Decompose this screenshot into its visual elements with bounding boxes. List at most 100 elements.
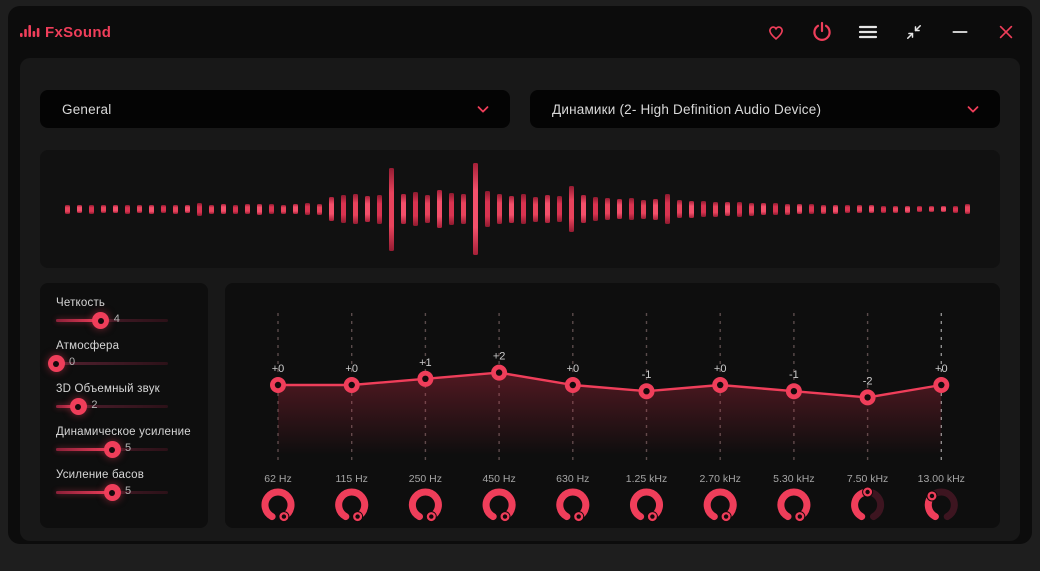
slider-thumb[interactable]	[92, 312, 110, 329]
eq-freq-label: 5.30 kHz	[773, 473, 814, 485]
visualizer-bar	[365, 196, 370, 222]
power-button[interactable]	[810, 20, 834, 44]
visualizer-bar	[485, 191, 490, 227]
visualizer-bar	[233, 204, 238, 214]
visualizer-bar	[149, 204, 154, 214]
slider-label: Атмосфера	[56, 340, 120, 352]
visualizer-bar	[281, 204, 286, 214]
eq-freq-label: 450 Hz	[482, 473, 515, 485]
spectrum-visualizer	[40, 150, 1000, 268]
visualizer-bar	[533, 196, 538, 222]
visualizer-bar	[209, 204, 214, 214]
eq-band-knob[interactable]	[851, 486, 885, 521]
visualizer-bar	[821, 204, 826, 214]
eq-freq-label: 630 Hz	[556, 473, 589, 485]
hamburger-menu-icon	[858, 25, 878, 39]
slider-track[interactable]: 4	[56, 312, 168, 329]
equalizer-graph: +0 +0 +1 +2 +0 -1 +0 -1 -2 +0 62 Hz 115 Hz 250 Hz 450…	[261, 313, 965, 523]
visualizer-bar	[725, 202, 730, 216]
close-button[interactable]	[994, 20, 1018, 44]
eq-node[interactable]	[785, 383, 802, 400]
visualizer-bar	[137, 205, 142, 213]
equalizer-panel: +0 +0 +1 +2 +0 -1 +0 -1 -2 +0 62 Hz 115 Hz 250 Hz 450…	[225, 283, 1000, 528]
eq-band-knob[interactable]	[777, 488, 811, 523]
eq-gain-label: +2	[493, 351, 506, 363]
visualizer-bar	[341, 195, 346, 223]
eq-freq-label: 13.00 kHz	[918, 473, 965, 485]
fxsound-window: FxSound General Динамики (2- High Defini…	[8, 6, 1032, 544]
eq-band-knob[interactable]	[335, 488, 369, 523]
visualizer-bar	[893, 205, 898, 213]
visualizer-bar	[221, 204, 226, 214]
slider-track[interactable]: 0	[47, 355, 168, 372]
visualizer-bar	[389, 167, 394, 251]
slider-track[interactable]: 5	[56, 441, 168, 458]
logo-bars-icon	[20, 25, 40, 37]
slider-thumb[interactable]	[69, 398, 87, 415]
eq-band-knob[interactable]	[630, 488, 663, 523]
slider-value: 5	[125, 485, 132, 497]
eq-node[interactable]	[859, 389, 876, 406]
favorite-button[interactable]	[764, 20, 788, 44]
eq-gain-label: +1	[419, 357, 432, 369]
slider-track[interactable]: 5	[56, 484, 168, 501]
eq-gain-label: -1	[642, 369, 652, 381]
eq-band-knob[interactable]	[924, 488, 958, 521]
eq-band-knob[interactable]	[703, 488, 737, 523]
effect-slider-row: Усиление басов 5	[56, 469, 208, 512]
visualizer-bar	[293, 204, 298, 214]
visualizer-bar	[569, 186, 574, 232]
slider-thumb[interactable]	[103, 441, 121, 458]
visualizer-bar	[737, 201, 742, 217]
visualizer-bar	[521, 194, 526, 224]
eq-band-knob[interactable]	[261, 488, 295, 523]
visualizer-bar	[377, 194, 382, 224]
visualizer-bar	[941, 206, 946, 212]
eq-node[interactable]	[933, 377, 950, 393]
eq-node[interactable]	[712, 377, 729, 393]
eq-node[interactable]	[417, 370, 434, 387]
eq-gain-label: -1	[789, 369, 799, 381]
eq-band-knob[interactable]	[556, 488, 590, 523]
visualizer-bar	[953, 205, 958, 213]
minimize-icon	[952, 31, 968, 33]
menu-button[interactable]	[856, 20, 880, 44]
visualizer-bar	[449, 193, 454, 225]
app-title: FxSound	[45, 23, 112, 41]
minimize-button[interactable]	[948, 20, 972, 44]
content-card: General Динамики (2- High Definition Aud…	[20, 58, 1020, 541]
visualizer-bar	[761, 203, 766, 215]
visualizer-bar	[605, 198, 610, 220]
eq-node[interactable]	[270, 377, 286, 393]
visualizer-bar	[317, 203, 322, 215]
visualizer-bar	[677, 200, 682, 218]
eq-node[interactable]	[491, 364, 508, 381]
eq-freq-label: 7.50 kHz	[847, 473, 888, 485]
eq-node[interactable]	[564, 377, 581, 393]
compact-mode-button[interactable]	[902, 20, 926, 44]
eq-node[interactable]	[343, 377, 360, 393]
visualizer-bar	[965, 204, 970, 214]
eq-band-knob[interactable]	[482, 488, 516, 523]
preset-dropdown[interactable]: General	[40, 90, 510, 128]
eq-freq-label: 115 Hz	[335, 473, 368, 485]
visualizer-bar	[113, 205, 118, 213]
device-dropdown[interactable]: Динамики (2- High Definition Audio Devic…	[530, 90, 1000, 128]
visualizer-bar	[353, 194, 358, 224]
eq-node[interactable]	[638, 383, 655, 400]
visualizer-bar	[641, 199, 646, 219]
visualizer-bar	[869, 205, 874, 213]
eq-gain-label: +0	[714, 363, 727, 375]
slider-track[interactable]: 2	[56, 398, 168, 415]
slider-value: 4	[113, 313, 120, 325]
visualizer-bar	[701, 201, 706, 217]
visualizer-bar	[665, 194, 670, 224]
eq-band-knob[interactable]	[408, 488, 442, 523]
eq-gain-label: +0	[345, 363, 358, 375]
slider-thumb[interactable]	[103, 484, 121, 501]
visualizer-bar	[197, 202, 202, 216]
visualizer-bar	[809, 204, 814, 214]
visualizer-bar	[413, 192, 418, 226]
heart-icon	[769, 26, 783, 40]
slider-thumb[interactable]	[47, 355, 65, 372]
